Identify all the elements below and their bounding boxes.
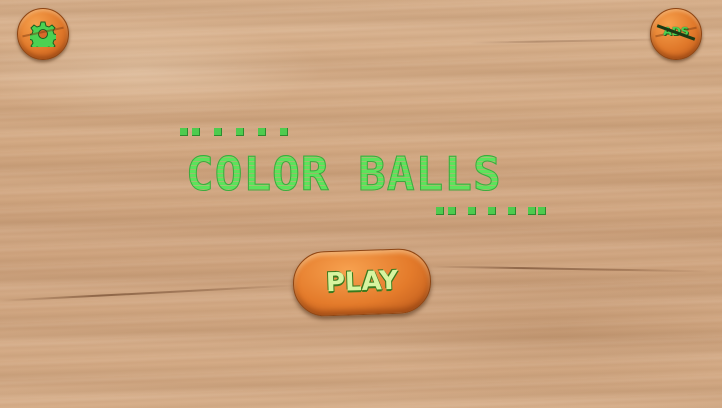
pixel-dot <box>488 207 496 215</box>
pixel-dot <box>436 207 444 215</box>
pixel-dot <box>448 207 456 215</box>
pixel-dot <box>538 207 546 215</box>
title-decoration-top <box>180 128 300 136</box>
pixel-dot <box>528 207 536 215</box>
wood-crack <box>469 38 671 44</box>
game-title: COLOR BALLS <box>186 147 546 202</box>
pixel-dot <box>258 128 266 136</box>
settings-button[interactable] <box>17 8 69 60</box>
wood-crack <box>430 265 710 273</box>
remove-ads-button[interactable]: ADS <box>650 8 702 60</box>
pixel-dot <box>236 128 244 136</box>
pixel-dot <box>192 128 200 136</box>
play-button[interactable]: PLAY <box>291 247 433 318</box>
title-decoration-bottom <box>436 207 556 215</box>
play-button-label: PLAY <box>325 265 399 299</box>
pixel-dot <box>280 128 288 136</box>
pixel-dot <box>180 128 188 136</box>
wood-crack <box>0 284 300 302</box>
main-menu-screen: ADS COLOR BALLS PLAY <box>0 0 722 408</box>
gear-icon <box>30 21 56 47</box>
pixel-dot <box>468 207 476 215</box>
pixel-dot <box>214 128 222 136</box>
pixel-dot <box>508 207 516 215</box>
